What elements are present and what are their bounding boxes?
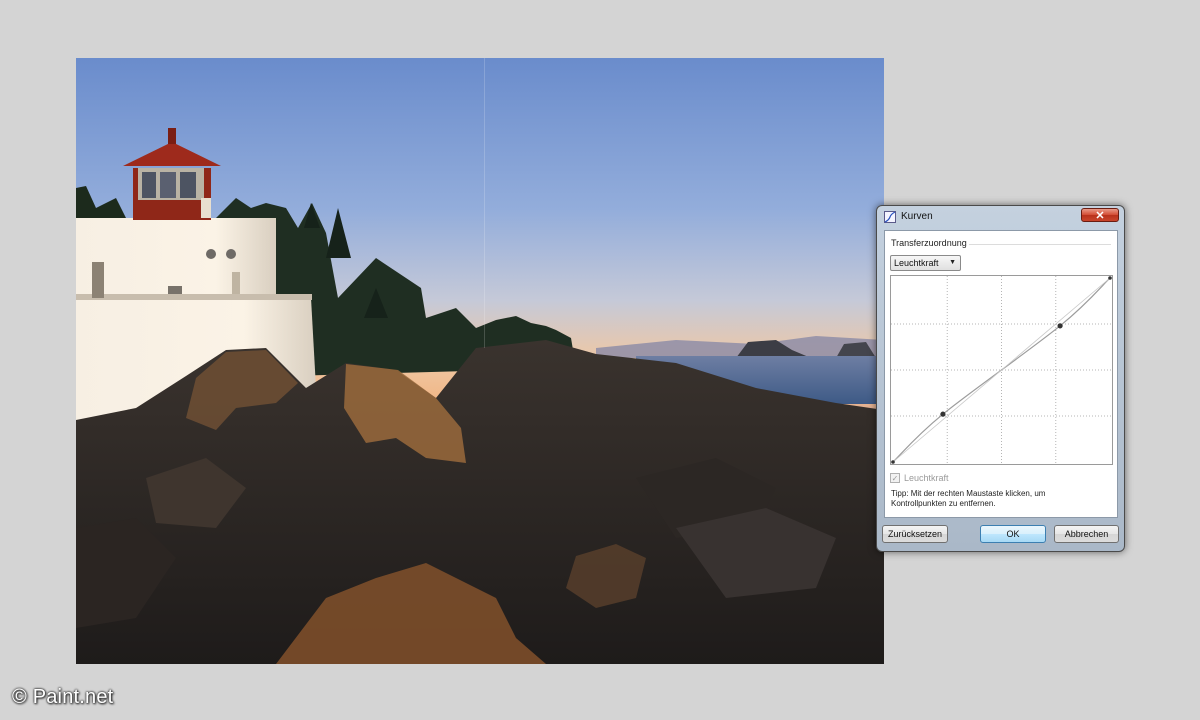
section-divider: [969, 244, 1111, 245]
split-line: [484, 58, 485, 348]
reset-button[interactable]: Zurücksetzen: [882, 525, 948, 543]
watermark: © Paint.net: [12, 686, 114, 708]
dialog-title: Kurven: [901, 211, 933, 222]
cancel-button[interactable]: Abbrechen: [1054, 525, 1119, 543]
dialog-titlebar[interactable]: Kurven ✕: [877, 206, 1124, 228]
curve-control-point[interactable]: [940, 411, 946, 417]
curves-dialog[interactable]: Kurven ✕ Transferzuordnung Leuchtkraft ▼…: [876, 205, 1125, 552]
channel-select[interactable]: Leuchtkraft ▼: [890, 255, 961, 271]
luminosity-checkbox-label: Leuchtkraft: [904, 473, 949, 483]
curve-control-point[interactable]: [891, 460, 895, 464]
curve-control-point[interactable]: [1057, 323, 1063, 329]
photo-canvas: [76, 58, 884, 664]
luminosity-checkbox[interactable]: ✓: [890, 473, 900, 483]
curve-graph[interactable]: [891, 276, 1112, 464]
ok-button[interactable]: OK: [980, 525, 1046, 543]
chevron-down-icon: ▼: [949, 259, 956, 266]
curves-icon: [884, 211, 896, 223]
channel-select-value: Leuchtkraft: [894, 258, 939, 268]
tip-text: Tipp: Mit der rechten Maustaste klicken,…: [891, 489, 1046, 508]
close-icon: ✕: [1095, 210, 1105, 222]
curve-editor[interactable]: [890, 275, 1113, 465]
curve-control-point[interactable]: [1108, 276, 1112, 280]
close-button[interactable]: ✕: [1081, 208, 1119, 222]
lighthouse-photo: [76, 58, 884, 664]
section-label: Transferzuordnung: [891, 238, 967, 248]
dialog-client-area: Transferzuordnung Leuchtkraft ▼ ✓ Leucht…: [884, 230, 1118, 518]
